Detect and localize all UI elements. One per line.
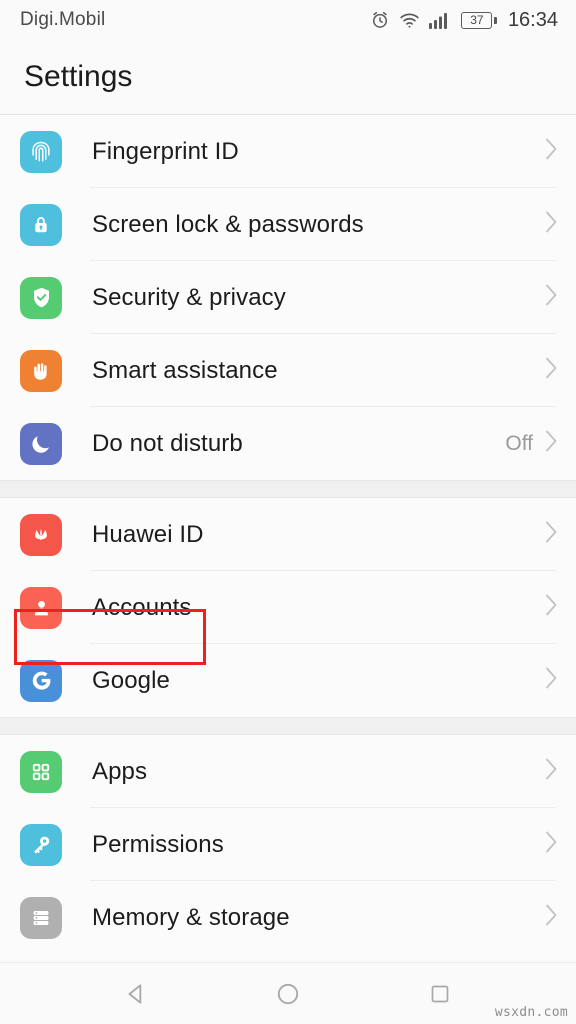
settings-row-label: Security & privacy [92, 283, 286, 311]
status-icons: 37 16:34 [370, 9, 558, 32]
row-trailing [545, 831, 558, 858]
row-trailing [545, 521, 558, 548]
page-header: Settings [0, 40, 576, 114]
settings-row-label: Smart assistance [92, 356, 278, 384]
section-separator [0, 717, 576, 735]
back-icon[interactable] [106, 974, 166, 1014]
row-trailing [545, 211, 558, 238]
section-separator [0, 480, 576, 498]
signal-icon [429, 11, 452, 29]
status-bar: Digi.Mobil 37 16:34 [0, 0, 576, 40]
chevron-right-icon [545, 594, 558, 621]
clock-label: 16:34 [507, 8, 558, 31]
security-section: Fingerprint ID Screen lock & passwords S… [0, 115, 576, 480]
alarm-icon [370, 10, 390, 30]
settings-row-label: Google [92, 666, 170, 694]
settings-row-screen-lock-passwords[interactable]: Screen lock & passwords [0, 188, 576, 261]
row-trailing [545, 138, 558, 165]
settings-row-security-privacy[interactable]: Security & privacy [0, 261, 576, 334]
storage-icon [20, 896, 62, 939]
chevron-right-icon [545, 138, 558, 165]
settings-row-fingerprint-id[interactable]: Fingerprint ID [0, 115, 576, 188]
row-trailing [545, 594, 558, 621]
person-icon [20, 586, 62, 629]
apps-section: Apps Permissions Memory & storage [0, 735, 576, 954]
settings-row-smart-assistance[interactable]: Smart assistance [0, 334, 576, 407]
chevron-right-icon [545, 831, 558, 858]
settings-row-apps[interactable]: Apps [0, 735, 576, 808]
key-icon [20, 823, 62, 866]
settings-row-permissions[interactable]: Permissions [0, 808, 576, 881]
settings-row-label: Apps [92, 757, 148, 785]
huawei-logo-icon [20, 513, 62, 556]
settings-row-label: Memory & storage [92, 903, 290, 931]
settings-row-do-not-disturb[interactable]: Do not disturb Off [0, 407, 576, 480]
chevron-right-icon [545, 667, 558, 694]
settings-row-label: Fingerprint ID [92, 137, 239, 165]
settings-row-accounts[interactable]: Accounts [0, 571, 576, 644]
wifi-icon [399, 12, 420, 29]
fingerprint-icon [20, 130, 62, 173]
row-trailing [545, 667, 558, 694]
chevron-right-icon [545, 357, 558, 384]
settings-screen: Digi.Mobil 37 16:34 Settings Fingerprint… [0, 0, 576, 1024]
chevron-right-icon [545, 758, 558, 785]
google-g-icon [20, 659, 62, 702]
battery-level: 37 [470, 13, 484, 27]
moon-icon [20, 422, 62, 465]
settings-row-label: Screen lock & passwords [92, 210, 364, 238]
settings-row-value: Off [505, 431, 533, 455]
navigation-bar [0, 962, 576, 1024]
chevron-right-icon [545, 430, 558, 457]
settings-row-label: Accounts [92, 593, 192, 621]
lock-icon [20, 203, 62, 246]
carrier-label: Digi.Mobil [20, 9, 106, 30]
watermark: wsxdn.com [494, 1005, 568, 1020]
settings-list: Fingerprint ID Screen lock & passwords S… [0, 115, 576, 954]
battery-icon: 37 [461, 11, 497, 29]
shield-check-icon [20, 276, 62, 319]
row-trailing: Off [505, 430, 558, 457]
chevron-right-icon [545, 211, 558, 238]
home-icon[interactable] [258, 974, 318, 1014]
hand-icon [20, 349, 62, 392]
chevron-right-icon [545, 521, 558, 548]
accounts-section: Huawei ID Accounts Google [0, 498, 576, 717]
chevron-right-icon [545, 284, 558, 311]
row-trailing [545, 904, 558, 931]
settings-row-label: Permissions [92, 830, 224, 858]
settings-row-huawei-id[interactable]: Huawei ID [0, 498, 576, 571]
row-trailing [545, 758, 558, 785]
page-title: Settings [24, 60, 133, 93]
row-trailing [545, 357, 558, 384]
grid-apps-icon [20, 750, 62, 793]
recents-icon[interactable] [410, 974, 470, 1014]
chevron-right-icon [545, 904, 558, 931]
settings-row-google[interactable]: Google [0, 644, 576, 717]
row-trailing [545, 284, 558, 311]
settings-row-label: Do not disturb [92, 429, 243, 457]
settings-row-memory-storage[interactable]: Memory & storage [0, 881, 576, 954]
settings-row-label: Huawei ID [92, 520, 204, 548]
